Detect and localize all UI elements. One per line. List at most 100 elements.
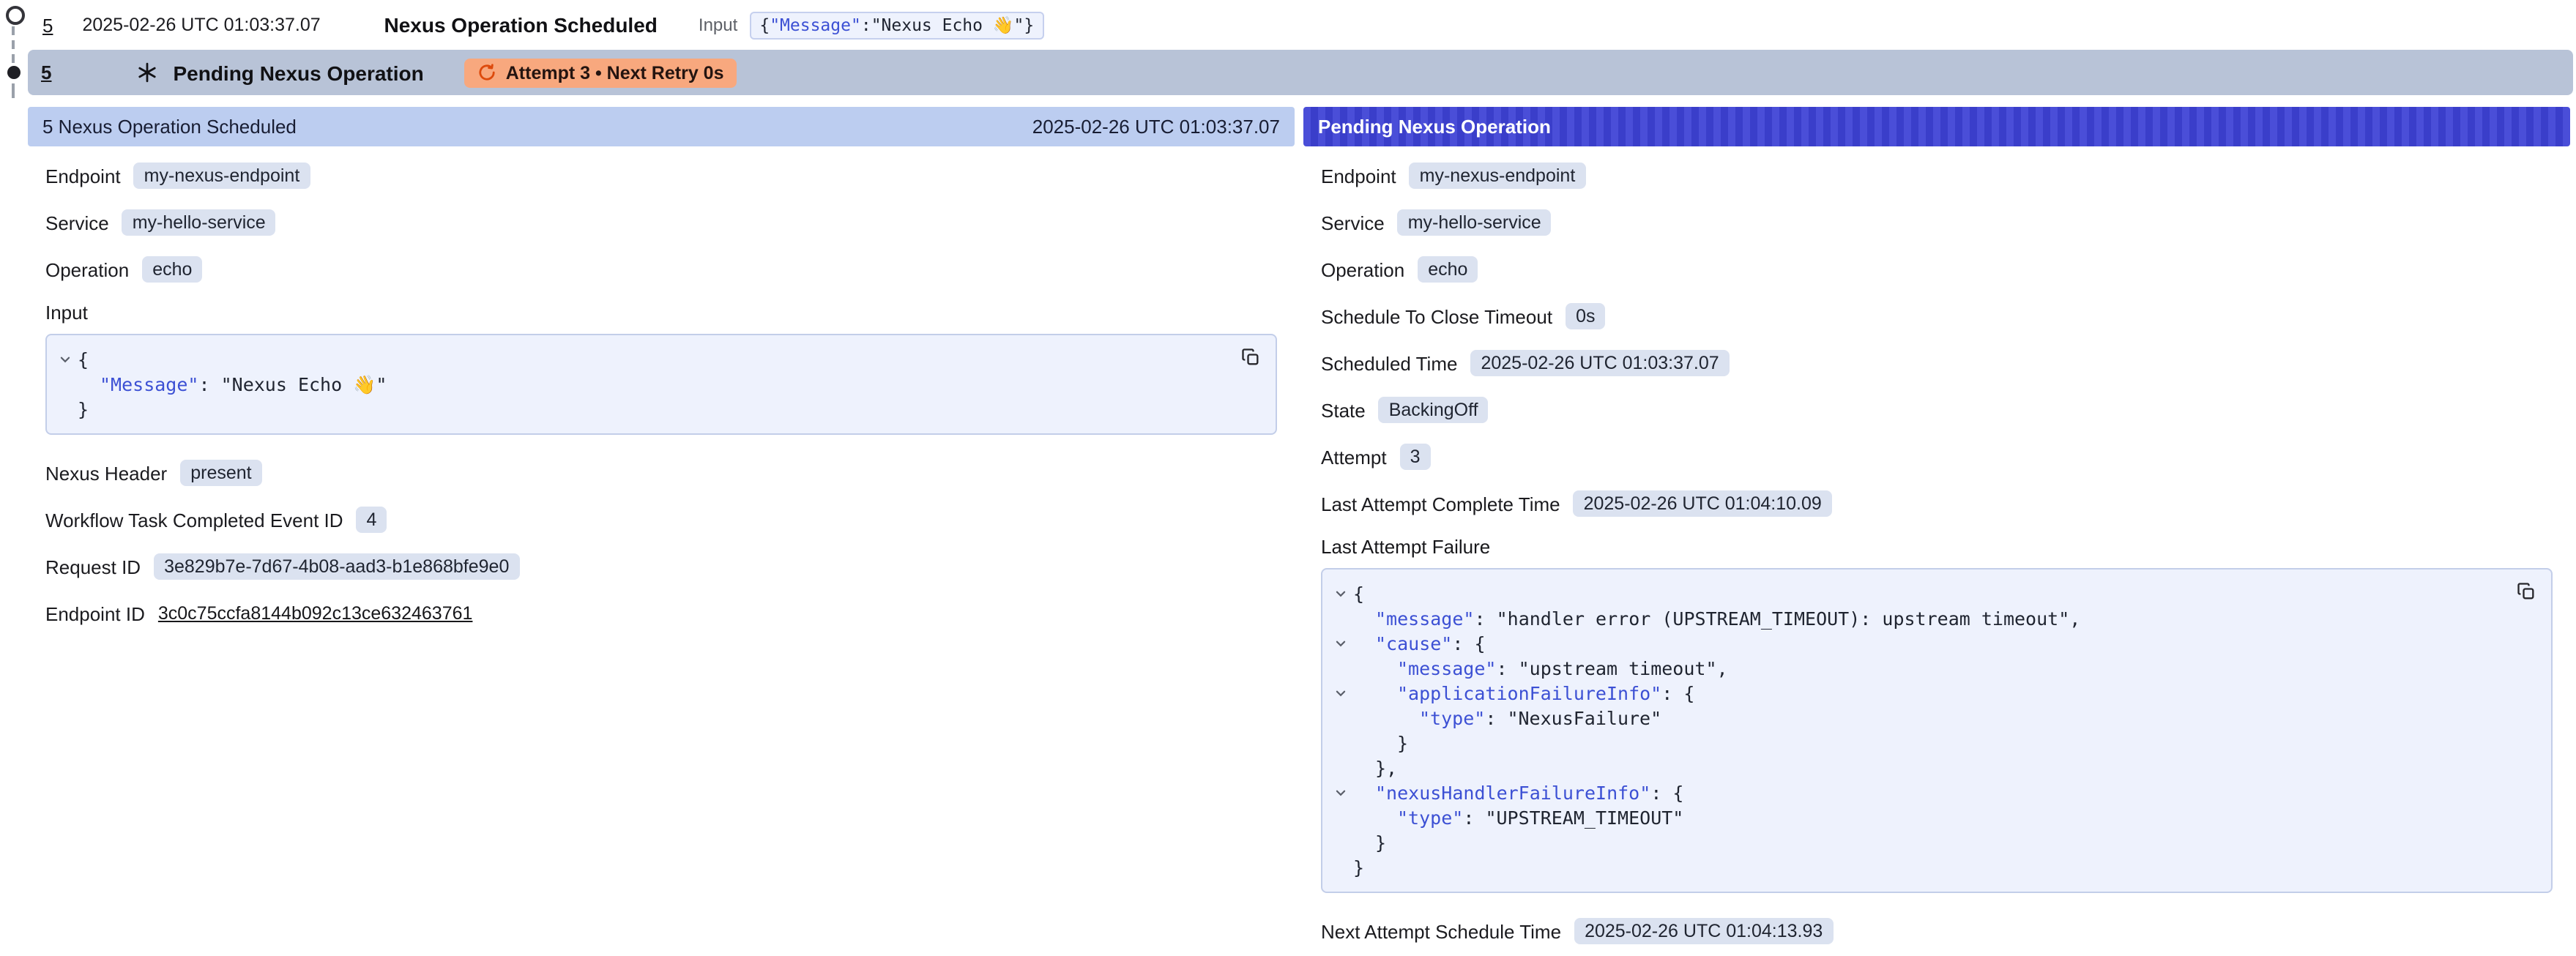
collapse-chevron-icon[interactable] <box>1328 587 1353 600</box>
code-line-text: "message": "upstream timeout", <box>1353 656 1728 681</box>
pending-fields-bottom: Next Attempt Schedule Time2025-02-26 UTC… <box>1303 902 2570 955</box>
json-text: { <box>1353 583 1364 605</box>
json-text: : <box>1463 807 1485 829</box>
json-key: "cause" <box>1375 632 1452 654</box>
scheduled-panel-timestamp: 2025-02-26 UTC 01:03:37.07 <box>1032 116 1280 138</box>
event-id-link[interactable]: 5 <box>42 14 53 36</box>
code-line-text: "Message": "Nexus Echo 👋" <box>78 372 387 397</box>
timeline-start-icon <box>6 6 25 25</box>
json-text: "upstream timeout", <box>1519 657 1728 679</box>
detail-row-scheduled-time: Scheduled Time2025-02-26 UTC 01:03:37.07 <box>1303 340 2570 386</box>
event-row-pending-nexus-operation[interactable]: 5 Pending Nexus Operation Attempt 3 • Ne… <box>28 50 2573 95</box>
json-key: "applicationFailureInfo" <box>1397 682 1661 704</box>
input-code-block: {"Message": "Nexus Echo 👋"} <box>45 334 1277 435</box>
detail-row-schedule-to-close-timeout: Schedule To Close Timeout 0s <box>1303 293 2570 340</box>
collapse-chevron-icon[interactable] <box>1328 637 1353 650</box>
event-name: Pending Nexus Operation <box>173 61 423 84</box>
field-value-chip: present <box>180 460 261 486</box>
event-id-link[interactable]: 5 <box>41 61 51 83</box>
field-label: Workflow Task Completed Event ID <box>45 509 343 531</box>
json-text: } <box>78 398 89 420</box>
timeline-event-dot-icon <box>7 66 21 79</box>
detail-row-service: Service my-hello-service <box>1303 199 2570 246</box>
pending-operation-panel: Pending Nexus Operation Endpointmy-nexus… <box>1303 107 2570 955</box>
field-value-chip: 4 <box>357 507 387 533</box>
json-text: { <box>78 348 89 370</box>
scheduled-panel-title: 5 Nexus Operation Scheduled <box>42 116 297 138</box>
field-value-chip: my-nexus-endpoint <box>1410 163 1586 189</box>
field-label: Operation <box>45 258 129 280</box>
json-text: : <box>861 15 871 35</box>
json-text: : { <box>1661 682 1694 704</box>
code-line: } <box>1328 855 2510 880</box>
field-label: Service <box>1321 212 1385 234</box>
event-row-nexus-operation-scheduled[interactable]: 5 2025-02-26 UTC 01:03:37.07 Nexus Opera… <box>28 0 2576 50</box>
code-line-text: "message": "handler error (UPSTREAM_TIME… <box>1353 606 2080 631</box>
event-timestamp: 2025-02-26 UTC 01:03:37.07 <box>82 15 343 35</box>
detail-row-operation: Operation echo <box>1303 246 2570 293</box>
input-section-label: Input <box>28 293 1295 331</box>
detail-row-service: Servicemy-hello-service <box>28 199 1295 246</box>
json-key: "nexusHandlerFailureInfo" <box>1375 782 1650 804</box>
json-text: "NexusFailure" <box>1507 707 1661 729</box>
field-label: Operation <box>1321 258 1404 280</box>
field-value-chip: 2025-02-26 UTC 01:04:13.93 <box>1574 918 1833 944</box>
json-text: : <box>1485 707 1507 729</box>
failure-section-label: Last Attempt Failure <box>1303 527 2570 565</box>
json-text: }, <box>1375 757 1397 779</box>
field-label: Schedule To Close Timeout <box>1321 305 1552 327</box>
field-value-chip: 2025-02-26 UTC 01:03:37.07 <box>1470 350 1729 376</box>
json-key: "message" <box>1375 608 1474 630</box>
code-line: "cause": { <box>1328 631 2510 656</box>
timeline-connector-dashed <box>12 83 15 98</box>
field-value-chip: my-hello-service <box>1398 209 1552 236</box>
collapse-chevron-icon[interactable] <box>53 353 78 366</box>
scheduled-fields-bottom: Nexus HeaderpresentWorkflow Task Complet… <box>28 444 1295 637</box>
field-value-link[interactable]: 3c0c75ccfa8144b092c13ce632463761 <box>158 603 473 624</box>
detail-row-state: State BackingOff <box>1303 386 2570 433</box>
copy-button[interactable] <box>2513 578 2539 605</box>
input-label: Input <box>699 15 737 35</box>
json-text: } <box>1353 856 1364 878</box>
code-line: "message": "handler error (UPSTREAM_TIME… <box>1328 606 2510 631</box>
code-line-text: "applicationFailureInfo": { <box>1353 681 1694 706</box>
code-line: } <box>1328 830 2510 855</box>
pending-panel-header[interactable]: Pending Nexus Operation <box>1303 107 2570 146</box>
scheduled-panel-header[interactable]: 5 Nexus Operation Scheduled 2025-02-26 U… <box>28 107 1295 146</box>
input-json-viewer: {"Message": "Nexus Echo 👋"} <box>53 347 1235 422</box>
timeline-rail <box>0 0 28 105</box>
field-label: Attempt <box>1321 446 1387 468</box>
failure-json-viewer: {"message": "handler error (UPSTREAM_TIM… <box>1328 581 2510 880</box>
code-line-text: } <box>78 397 89 422</box>
input-preview-chip: {"Message":"Nexus Echo 👋"} <box>749 11 1044 39</box>
json-text: } <box>1375 832 1386 854</box>
json-key: "type" <box>1397 807 1463 829</box>
failure-code-block: {"message": "handler error (UPSTREAM_TIM… <box>1321 568 2553 893</box>
field-value-chip: 3 <box>1400 444 1431 470</box>
retry-icon <box>478 63 497 82</box>
json-text: { <box>759 15 770 35</box>
code-line-text: "cause": { <box>1353 631 1486 656</box>
detail-row-workflow-task-completed-event-id: Workflow Task Completed Event ID 4 <box>28 496 1295 543</box>
code-line: "Message": "Nexus Echo 👋" <box>53 372 1235 397</box>
collapse-chevron-icon[interactable] <box>1328 786 1353 799</box>
field-label: Request ID <box>45 556 141 578</box>
field-value-chip: echo <box>1418 256 1478 283</box>
json-text: : { <box>1650 782 1683 804</box>
json-text: "handler error (UPSTREAM_TIMEOUT): upstr… <box>1497 608 2081 630</box>
json-text: : <box>198 373 220 395</box>
detail-row-attempt: Attempt 3 <box>1303 433 2570 480</box>
field-value-chip: BackingOff <box>1379 397 1489 423</box>
code-line-text: } <box>1353 731 1408 755</box>
retry-badge-label: Attempt 3 • Next Retry 0s <box>506 62 724 83</box>
code-line: { <box>53 347 1235 372</box>
detail-row-endpoint: Endpointmy-nexus-endpoint <box>28 152 1295 199</box>
field-label: State <box>1321 399 1366 421</box>
detail-row-next-attempt-schedule-time: Next Attempt Schedule Time2025-02-26 UTC… <box>1303 908 2570 955</box>
field-value-chip: 0s <box>1566 303 1605 329</box>
copy-button[interactable] <box>1237 344 1264 370</box>
collapse-chevron-icon[interactable] <box>1328 687 1353 700</box>
code-line: "applicationFailureInfo": { <box>1328 681 2510 706</box>
nexus-asterisk-icon <box>136 61 158 83</box>
json-text: : { <box>1452 632 1485 654</box>
